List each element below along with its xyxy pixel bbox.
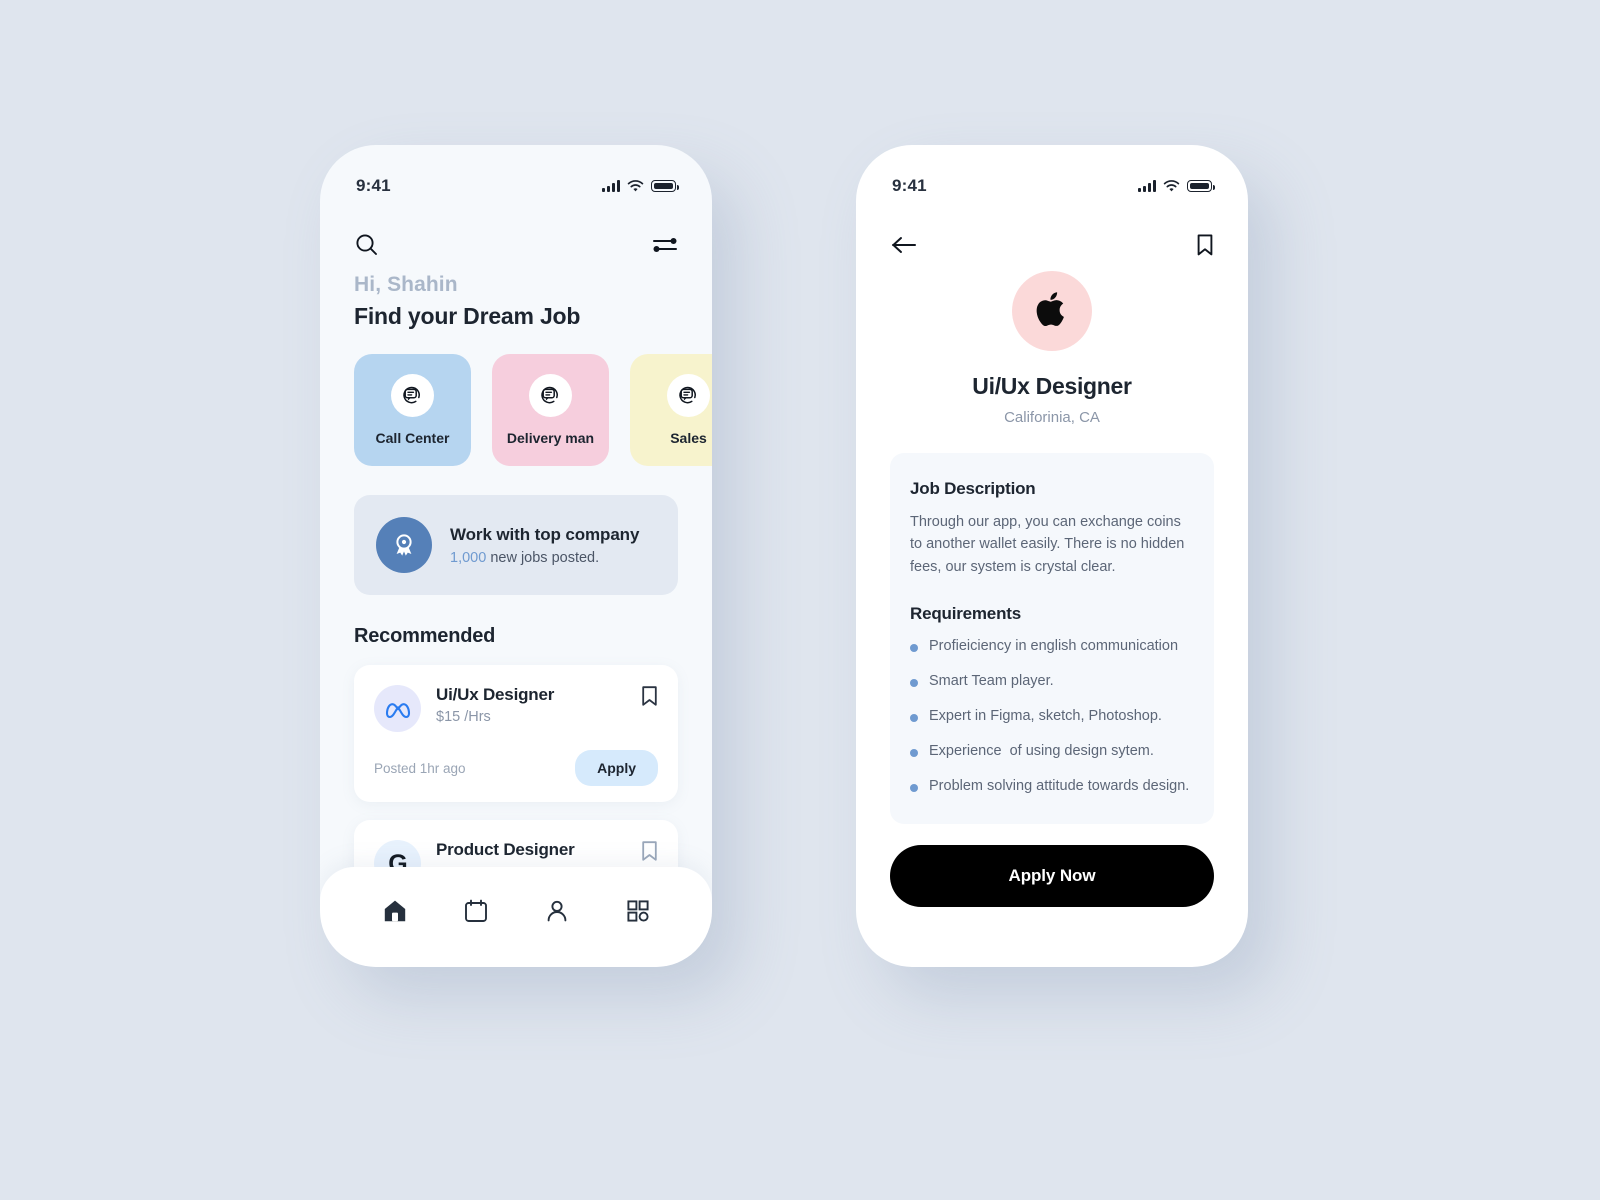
phone-home-screen: 9:41 Hi, Shahin Find your Dream Job Call… — [320, 145, 712, 967]
requirement-item: Expert in Figma, sketch, Photoshop. — [910, 708, 1194, 724]
requirement-item: Profieiciency in english communication — [910, 638, 1194, 654]
status-bar: 9:41 — [856, 145, 1248, 209]
category-card-call-center[interactable]: Call Center — [354, 354, 471, 466]
search-icon[interactable] — [354, 232, 380, 258]
category-label: Sales — [670, 430, 707, 446]
requirement-text: Expert in Figma, sketch, Photoshop. — [929, 708, 1162, 725]
bullet-dot-icon — [910, 679, 918, 688]
apple-logo-icon — [1034, 288, 1070, 335]
promo-count: 1,000 — [450, 549, 487, 566]
cellular-signal-icon — [602, 180, 620, 192]
filter-sliders-icon[interactable] — [652, 235, 678, 255]
category-card-delivery-man[interactable]: Delivery man — [492, 354, 609, 466]
calendar-icon[interactable] — [454, 889, 498, 933]
requirement-item: Experience of using design sytem. — [910, 743, 1194, 759]
promo-text: Work with top company 1,000 new jobs pos… — [450, 525, 639, 566]
promo-subtitle-rest: new jobs posted. — [486, 549, 600, 566]
requirement-item: Problem solving attitude towards design. — [910, 778, 1194, 794]
status-time: 9:41 — [356, 176, 391, 195]
requirements-heading: Requirements — [910, 604, 1021, 624]
bullet-dot-icon — [910, 644, 918, 653]
description-heading: Job Description — [910, 479, 1036, 498]
bottom-navigation — [320, 867, 712, 967]
job-title: Product Designer — [436, 840, 575, 859]
status-indicators — [1138, 179, 1215, 193]
job-info: Ui/Ux Designer $15 /Hrs — [436, 685, 626, 725]
phone-job-detail-screen: 9:41 Ui/Ux Designer Califorinia, CA Job … — [856, 145, 1248, 967]
job-title: Ui/Ux Designer — [436, 685, 555, 704]
battery-icon — [651, 180, 679, 192]
status-indicators — [602, 179, 679, 193]
requirement-text: Experience of using design sytem. — [929, 743, 1154, 760]
job-detail-title: Ui/Ux Designer — [972, 373, 1132, 399]
greeting-text: Hi, Shahin — [354, 273, 458, 296]
detail-top-bar — [856, 217, 1248, 273]
meta-infinity-icon — [374, 685, 421, 732]
bullet-dot-icon — [910, 749, 918, 758]
bookmark-icon[interactable] — [641, 685, 658, 712]
bookmark-icon[interactable] — [641, 840, 658, 867]
bullet-dot-icon — [910, 784, 918, 793]
apply-button[interactable]: Apply — [575, 750, 658, 786]
apply-now-button[interactable]: Apply Now — [890, 845, 1214, 907]
award-ribbon-icon — [376, 517, 432, 573]
requirement-text: Smart Team player. — [929, 673, 1054, 690]
home-icon[interactable] — [373, 889, 417, 933]
back-arrow-icon[interactable] — [890, 235, 918, 255]
bullet-dot-icon — [910, 714, 918, 723]
home-top-bar — [320, 217, 712, 273]
category-card-sales[interactable]: Sales — [630, 354, 712, 466]
cellular-signal-icon — [1138, 180, 1156, 192]
requirement-item: Smart Team player. — [910, 673, 1194, 689]
wifi-icon — [627, 179, 644, 191]
job-info: Product Designer — [436, 840, 626, 864]
category-label: Delivery man — [506, 430, 595, 446]
screenshot-stage: 9:41 Hi, Shahin Find your Dream Job Call… — [0, 0, 1600, 1200]
job-detail-card: Job Description Through our app, you can… — [890, 453, 1214, 825]
status-bar: 9:41 — [320, 145, 712, 209]
promo-title: Work with top company — [450, 524, 640, 544]
headset-chat-icon — [667, 374, 710, 417]
job-card-header: Ui/Ux Designer $15 /Hrs — [374, 685, 658, 732]
profile-icon[interactable] — [535, 889, 579, 933]
requirements-list: Profieiciency in english communication S… — [910, 638, 1194, 794]
requirement-text: Problem solving attitude towards design. — [929, 778, 1190, 795]
grid-icon[interactable] — [616, 889, 660, 933]
promo-banner[interactable]: Work with top company 1,000 new jobs pos… — [354, 495, 678, 595]
category-row: Call Center Delivery man Sales — [354, 354, 712, 466]
job-posted-time: Posted 1hr ago — [374, 760, 466, 776]
requirement-text: Profieiciency in english communication — [929, 638, 1179, 655]
company-logo — [1012, 271, 1092, 351]
section-title-recommended: Recommended — [354, 625, 496, 647]
description-text: Through our app, you can exchange coins … — [910, 514, 1185, 575]
job-card-footer: Posted 1hr ago Apply — [374, 750, 658, 786]
headset-chat-icon — [391, 374, 434, 417]
battery-icon — [1187, 180, 1215, 192]
headset-chat-icon — [529, 374, 572, 417]
page-title: Find your Dream Job — [354, 303, 581, 329]
status-time: 9:41 — [892, 176, 927, 195]
greeting-block: Hi, Shahin Find your Dream Job — [354, 273, 580, 330]
job-detail-location: Califorinia, CA — [1004, 409, 1100, 426]
promo-subtitle: 1,000 new jobs posted. — [450, 550, 639, 566]
category-label: Call Center — [375, 430, 450, 446]
bookmark-icon[interactable] — [1196, 233, 1214, 257]
job-card[interactable]: Ui/Ux Designer $15 /Hrs Posted 1hr ago A… — [354, 665, 678, 802]
job-pay: $15 /Hrs — [436, 709, 491, 725]
wifi-icon — [1163, 179, 1180, 191]
